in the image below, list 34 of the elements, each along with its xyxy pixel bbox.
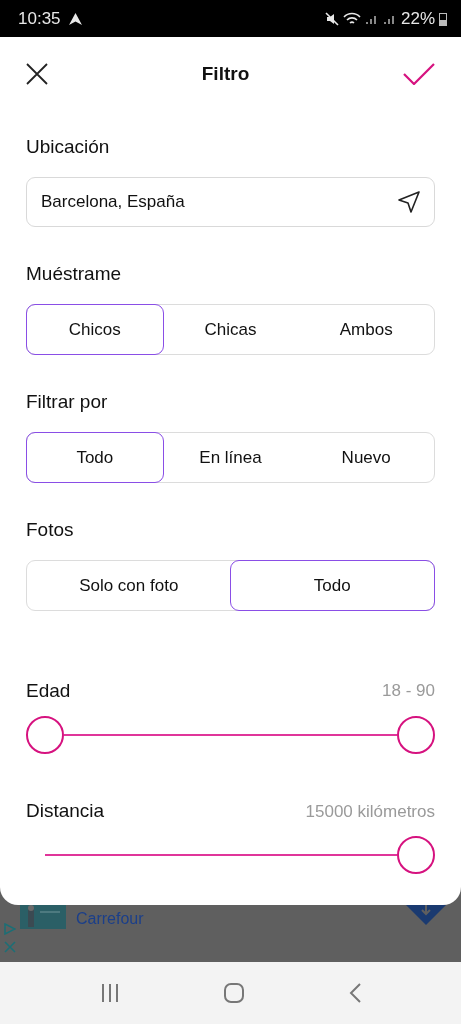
slider-thumb[interactable] xyxy=(26,715,64,754)
battery-icon xyxy=(439,11,447,26)
section-label: Muéstrame xyxy=(26,262,123,286)
slider-thumb[interactable] xyxy=(397,836,435,874)
section-label: Filtrar por xyxy=(26,390,109,414)
location-field[interactable]: Barcelona, España xyxy=(26,177,435,227)
slider-thumb[interactable] xyxy=(397,715,435,754)
navigation-icon xyxy=(68,12,82,25)
section-label: Ubicación xyxy=(26,135,111,159)
slider-label: Distancia xyxy=(26,799,105,824)
close-icon[interactable] xyxy=(26,63,48,85)
section-label: Fotos xyxy=(26,518,75,542)
checkmark-icon[interactable] xyxy=(403,63,435,85)
location-arrow-icon[interactable] xyxy=(398,191,420,213)
segment-option[interactable]: Nuevo xyxy=(297,432,435,483)
segment-option[interactable]: Solo con foto xyxy=(26,560,232,611)
battery-level: 22% xyxy=(400,7,435,30)
slider-track[interactable] xyxy=(64,733,397,736)
recent-apps-icon[interactable] xyxy=(99,983,120,1003)
home-icon[interactable] xyxy=(222,982,245,1004)
wifi-icon xyxy=(342,11,361,26)
screen-title: Filtro xyxy=(201,61,250,86)
slider-reading: 18 - 90 xyxy=(382,680,435,702)
mute-icon xyxy=(324,11,339,26)
slider-reading: 15000 kilómetros xyxy=(305,800,435,823)
clock: 10:35 xyxy=(18,7,61,30)
back-icon[interactable] xyxy=(347,982,362,1004)
segment-option[interactable]: Todo xyxy=(26,432,164,483)
segment-option[interactable]: Ambos xyxy=(297,304,435,355)
segment-option[interactable]: Todo xyxy=(229,560,435,611)
segment-option[interactable]: En línea xyxy=(161,432,300,483)
slider-label: Edad xyxy=(26,678,71,703)
segment-option[interactable]: Chicas xyxy=(161,304,300,355)
segment-option[interactable]: Chicos xyxy=(26,304,164,355)
